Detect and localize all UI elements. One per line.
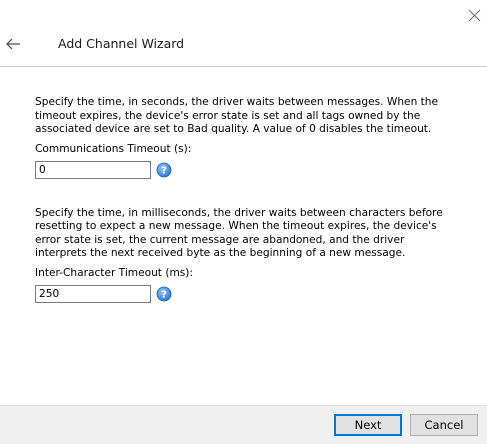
- inter-character-timeout-input[interactable]: [35, 284, 151, 303]
- page-title: Add Channel Wizard: [58, 36, 185, 51]
- back-arrow-icon[interactable]: [4, 34, 24, 54]
- wizard-content: Specify the time, in seconds, the driver…: [35, 96, 455, 307]
- wizard-window: Add Channel Wizard Specify the time, in …: [0, 0, 487, 444]
- svg-text:?: ?: [161, 165, 167, 176]
- communications-timeout-input[interactable]: [35, 160, 151, 179]
- communications-timeout-description: Specify the time, in seconds, the driver…: [35, 96, 439, 135]
- inter-character-timeout-row: ?: [35, 284, 455, 307]
- inter-character-timeout-description: Specify the time, in milliseconds, the d…: [35, 206, 443, 260]
- communications-timeout-row: ?: [35, 160, 455, 183]
- svg-text:?: ?: [161, 289, 167, 300]
- help-icon[interactable]: ?: [156, 286, 172, 302]
- wizard-header: Add Channel Wizard: [0, 26, 487, 67]
- communications-timeout-label: Communications Timeout (s):: [35, 142, 192, 155]
- inter-character-timeout-label: Inter-Character Timeout (ms):: [35, 266, 193, 279]
- communications-timeout-group: Specify the time, in seconds, the driver…: [35, 96, 455, 183]
- next-button[interactable]: Next: [334, 414, 402, 436]
- help-icon[interactable]: ?: [156, 162, 172, 178]
- cancel-button[interactable]: Cancel: [410, 414, 478, 436]
- inter-character-timeout-group: Specify the time, in milliseconds, the d…: [35, 207, 455, 307]
- close-icon[interactable]: [461, 2, 485, 26]
- wizard-footer: Next Cancel: [0, 405, 487, 444]
